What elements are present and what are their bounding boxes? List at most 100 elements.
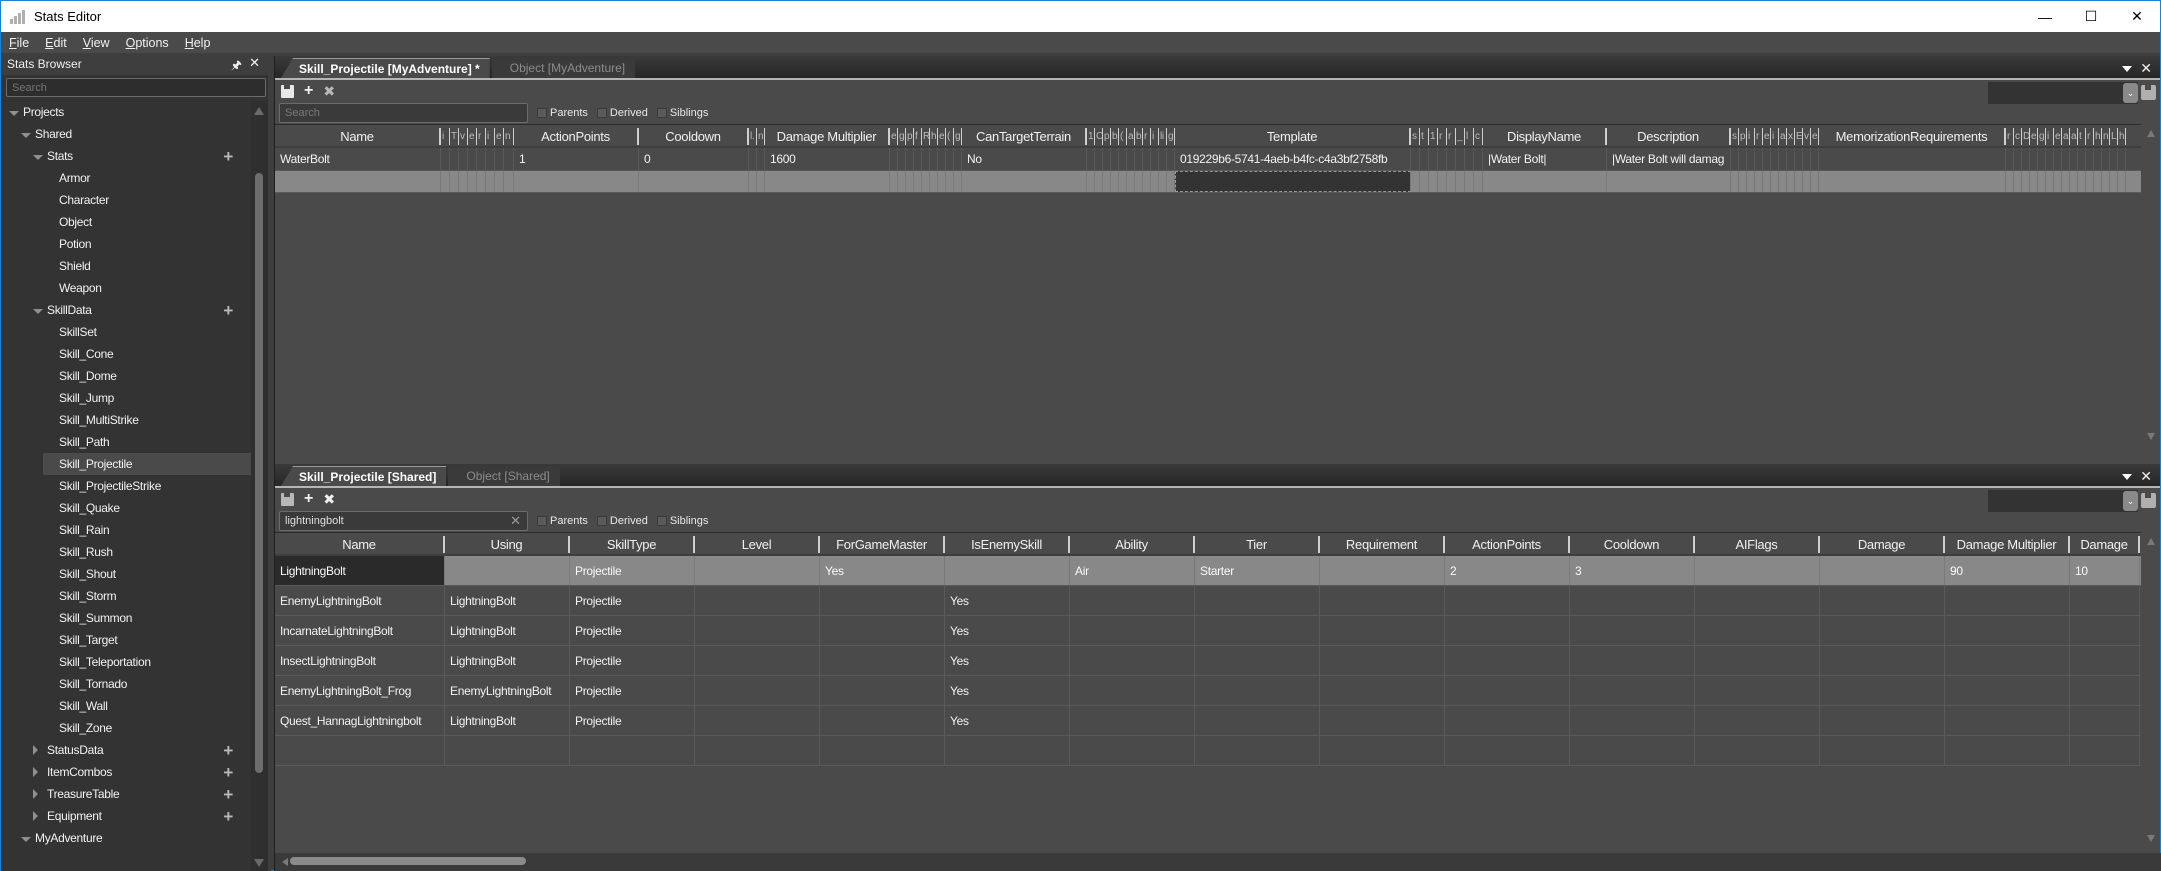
table-cell[interactable]: EnemyLightningBolt [445, 676, 570, 705]
table-cell[interactable] [1811, 171, 1819, 192]
sidebar-scrollbar[interactable] [251, 101, 268, 871]
new-row[interactable] [275, 171, 2141, 193]
table-cell[interactable] [1159, 171, 1167, 192]
table-cell[interactable] [1159, 148, 1167, 170]
add-icon[interactable]: + [223, 763, 233, 783]
column-header[interactable]: ( [1119, 128, 1127, 145]
column-header[interactable]: e [1763, 128, 1771, 145]
table-cell[interactable]: WaterBolt [275, 148, 441, 170]
table-cell[interactable] [450, 171, 459, 192]
table-cell[interactable] [1945, 676, 2070, 705]
table-cell[interactable] [930, 171, 938, 192]
column-header[interactable]: a [1127, 128, 1135, 145]
table-cell[interactable] [695, 586, 820, 615]
table-cell[interactable]: LightningBolt [445, 586, 570, 615]
column-header[interactable]: ( [946, 128, 954, 145]
table-cell[interactable]: Yes [820, 556, 945, 585]
table-cell[interactable] [1465, 148, 1474, 170]
tree-item-weapon[interactable]: Weapon [1, 277, 251, 299]
column-header[interactable]: i [441, 128, 450, 145]
table-cell[interactable] [639, 171, 749, 192]
delete-icon[interactable]: ✖ [323, 83, 335, 100]
table-cell[interactable] [1320, 616, 1445, 645]
column-header-isenemyskill[interactable]: IsEnemySkill [945, 536, 1070, 553]
tree-item-object[interactable]: Object [1, 211, 251, 233]
table-cell[interactable]: 0 [639, 148, 749, 170]
table-cell[interactable]: 2 [1445, 556, 1570, 585]
column-header[interactable]: v [1803, 128, 1811, 145]
column-header[interactable]: i [2046, 128, 2054, 145]
table-cell[interactable] [1420, 148, 1429, 170]
table-cell[interactable] [938, 171, 946, 192]
table-cell[interactable] [1763, 148, 1771, 170]
table-cell[interactable] [820, 646, 945, 675]
filter-derived-checkbox[interactable]: Derived [596, 515, 648, 527]
table-cell[interactable] [749, 171, 757, 192]
column-header[interactable]: e [890, 128, 898, 145]
collapse-arrow-icon[interactable] [33, 767, 38, 777]
column-header[interactable]: s [1731, 128, 1739, 145]
tab-list-dropdown-icon[interactable] [2122, 473, 2133, 480]
table-cell[interactable] [570, 736, 695, 765]
table-cell[interactable] [2070, 616, 2140, 645]
add-icon[interactable]: + [223, 741, 233, 761]
table-cell[interactable] [946, 148, 954, 170]
table-cell[interactable] [938, 148, 946, 170]
pin-icon[interactable]: 🖈 [231, 56, 242, 77]
tree-item-skill-zone[interactable]: Skill_Zone [1, 717, 251, 739]
table-cell[interactable] [914, 148, 922, 170]
table-cell[interactable] [459, 171, 468, 192]
table-cell[interactable] [1070, 676, 1195, 705]
table-cell[interactable] [1695, 586, 1820, 615]
scroll-up-arrow-icon[interactable] [2147, 538, 2155, 545]
table-cell[interactable] [1195, 586, 1320, 615]
table-cell[interactable] [1570, 706, 1695, 735]
table-cell[interactable] [1803, 148, 1811, 170]
column-header[interactable]: v [459, 128, 468, 145]
close-panel-icon[interactable]: ✕ [249, 55, 260, 71]
table-cell[interactable] [450, 148, 459, 170]
table-cell[interactable] [2046, 171, 2054, 192]
column-header[interactable]: r [2006, 128, 2014, 145]
table-cell[interactable] [1411, 148, 1420, 170]
table-cell[interactable]: 90 [1945, 556, 2070, 585]
column-header[interactable]: 1 [1087, 128, 1095, 145]
collapse-arrow-icon[interactable] [33, 811, 38, 821]
menu-options[interactable]: Options [126, 36, 169, 50]
column-header[interactable]: a [1779, 128, 1787, 145]
table-cell[interactable] [2070, 586, 2140, 615]
column-header[interactable]: i [1747, 128, 1755, 145]
column-header-name[interactable]: Name [275, 536, 445, 553]
tree-item-shield[interactable]: Shield [1, 255, 251, 277]
column-header[interactable]: e [938, 128, 946, 145]
table-cell[interactable] [1820, 586, 1945, 615]
column-header[interactable]: R [922, 128, 930, 145]
table-cell[interactable] [1447, 148, 1456, 170]
table-cell[interactable] [1119, 148, 1127, 170]
table-cell[interactable] [486, 171, 495, 192]
table-cell[interactable] [514, 171, 639, 192]
table-cell[interactable] [1795, 148, 1803, 170]
table-cell[interactable] [1195, 616, 1320, 645]
table-cell[interactable] [1731, 171, 1739, 192]
column-header-ability[interactable]: Ability [1070, 536, 1195, 553]
column-header[interactable]: n [504, 128, 514, 145]
table-cell[interactable] [1779, 171, 1787, 192]
table-cell[interactable] [695, 676, 820, 705]
tree-item-skill-projectile[interactable]: Skill_Projectile [43, 453, 251, 475]
table-cell[interactable]: Starter [1195, 556, 1320, 585]
table-cell[interactable] [2006, 171, 2014, 192]
table-cell[interactable]: 3 [1570, 556, 1695, 585]
table-cell[interactable] [1771, 171, 1779, 192]
table-cell[interactable] [906, 171, 914, 192]
table-cell[interactable] [1739, 148, 1747, 170]
column-header[interactable]: 1 [1429, 128, 1438, 145]
table-cell[interactable] [962, 171, 1087, 192]
table-cell[interactable] [1135, 171, 1143, 192]
column-header[interactable]: r [1755, 128, 1763, 145]
column-header[interactable]: a [2062, 128, 2070, 145]
table-cell[interactable]: 019229b6-5741-4aeb-b4fc-c4a3bf2758fb [1175, 148, 1411, 170]
table-cell[interactable] [695, 706, 820, 735]
table-cell[interactable] [495, 171, 504, 192]
tree-item-equipment[interactable]: Equipment + [1, 805, 251, 827]
